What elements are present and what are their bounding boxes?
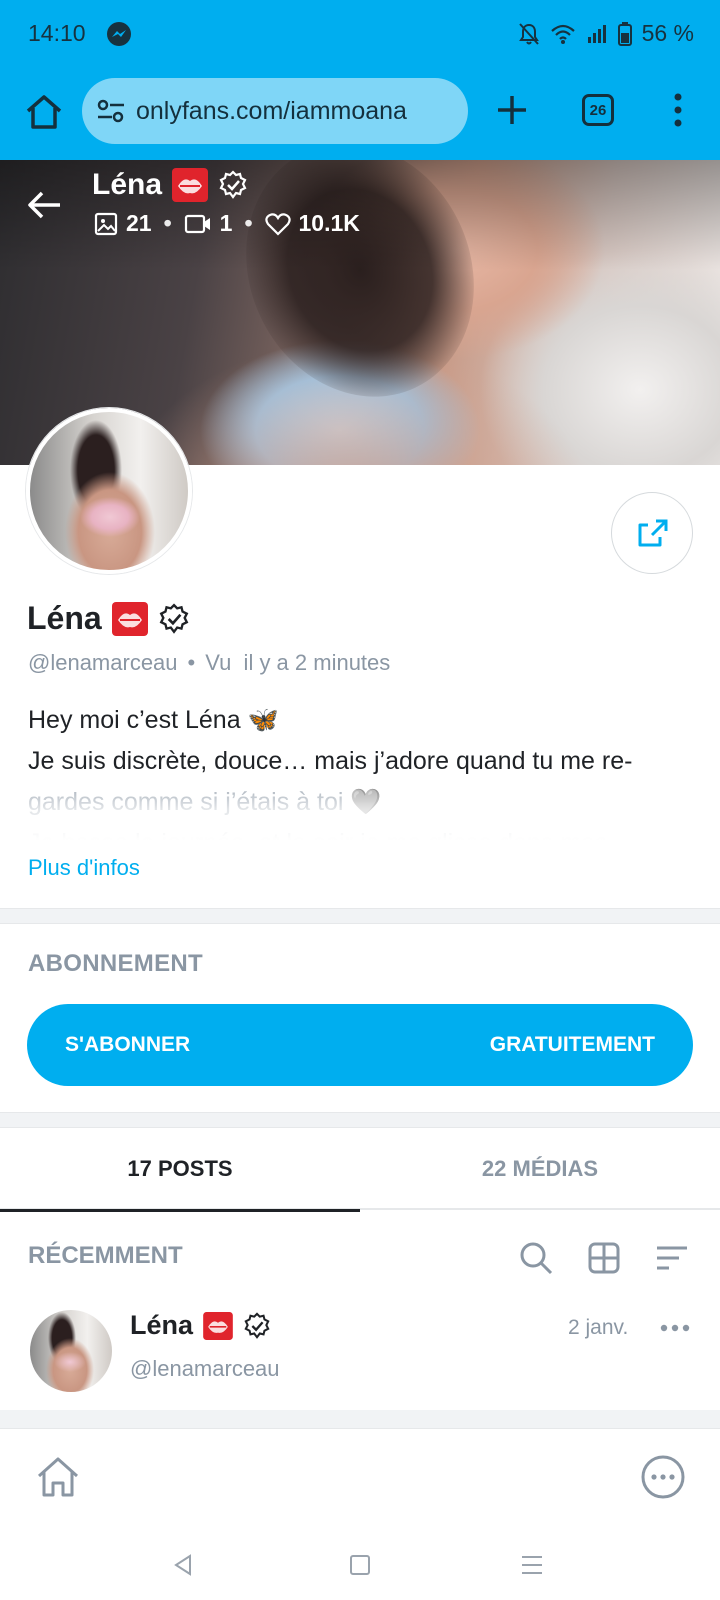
recent-section-title: RÉCEMMENT: [28, 1242, 183, 1269]
share-button[interactable]: [611, 492, 693, 574]
post-avatar[interactable]: [30, 1310, 112, 1392]
tab-posts[interactable]: 17 POSTS: [0, 1128, 360, 1212]
verified-icon: [219, 170, 247, 199]
bell-off-icon: [518, 22, 539, 45]
status-bar: 14:10 56 %: [0, 0, 720, 70]
bio-line: Je suis discrète, douce… mais j’adore qu…: [28, 747, 633, 775]
sort-icon[interactable]: [654, 1240, 690, 1276]
profile-bio: Hey moi c’est Léna 🦋 Je suis discrète, d…: [28, 700, 688, 840]
section-divider: [0, 1112, 720, 1128]
overflow-menu-icon[interactable]: [670, 92, 686, 128]
verified-icon: [159, 602, 189, 634]
post-author-name[interactable]: Léna: [130, 1310, 271, 1341]
system-home-icon[interactable]: [349, 1554, 371, 1576]
photos-count: 21: [126, 210, 152, 236]
back-arrow-icon[interactable]: [26, 190, 62, 220]
bottom-nav: [0, 1428, 720, 1526]
site-settings-icon[interactable]: [96, 98, 126, 124]
share-icon: [638, 519, 668, 547]
signal-icon: [587, 24, 606, 43]
tab-media[interactable]: 22 MÉDIAS: [360, 1128, 720, 1210]
bio-line: gardes comme si j’étais à toi 🩶: [28, 788, 382, 816]
battery-percent: 56 %: [641, 20, 694, 46]
post-author-handle[interactable]: @lenamarceau: [130, 1356, 280, 1382]
address-bar[interactable]: onlyfans.com/iammoana: [82, 78, 468, 144]
profile-handle-line: @lenamarceau • Vu il y a 2 minutes: [28, 650, 390, 676]
image-icon: [94, 212, 118, 235]
cover-name: Léna: [92, 168, 248, 202]
home-icon[interactable]: [24, 92, 64, 132]
handle-separator: •: [187, 650, 196, 675]
bio-line: Hey moi c’est Léna 🦋: [28, 706, 279, 734]
subscription-title: ABONNEMENT: [28, 950, 203, 977]
messenger-icon: [107, 22, 131, 46]
browser-toolbar: onlyfans.com/iammoana 26: [0, 70, 720, 160]
likes-count: 10.1K: [298, 210, 360, 236]
profile-name: Léna: [27, 600, 190, 637]
post-author-text: Léna: [130, 1310, 194, 1340]
system-recents-icon[interactable]: [520, 1554, 544, 1576]
avatar[interactable]: [26, 408, 192, 574]
more-options-icon[interactable]: [660, 1318, 690, 1338]
stats-separator: •: [244, 210, 253, 236]
nav-home-icon[interactable]: [35, 1454, 81, 1500]
profile-handle: @lenamarceau: [28, 650, 178, 675]
wifi-icon: [550, 24, 575, 44]
cover-name-text: Léna: [92, 168, 163, 201]
subscribe-button[interactable]: S'ABONNER GRATUITEMENT: [27, 1004, 693, 1086]
heart-icon: [264, 212, 291, 236]
subscribe-label: S'ABONNER: [65, 1033, 191, 1056]
videos-count: 1: [219, 210, 233, 236]
bio-line: Je bosse la journée, et le soir je me gl…: [28, 823, 688, 840]
section-divider: [0, 908, 720, 924]
lips-icon: [172, 168, 209, 202]
cover-stats: 21 • 1 • 10.1K: [94, 210, 360, 237]
battery-icon: [617, 21, 632, 46]
post-date: 2 janv.: [568, 1316, 629, 1339]
grid-view-icon[interactable]: [586, 1240, 622, 1276]
tab-count: 26: [589, 101, 607, 119]
content-tabs: 17 POSTS 22 MÉDIAS: [0, 1128, 720, 1212]
plus-icon[interactable]: [496, 94, 528, 126]
last-seen: Vu il y a 2 minutes: [205, 650, 391, 675]
url-text[interactable]: onlyfans.com/iammoana: [136, 97, 407, 126]
more-info-link[interactable]: Plus d'infos: [28, 855, 140, 881]
system-navigation: [0, 1526, 720, 1600]
system-back-icon[interactable]: [172, 1554, 194, 1576]
status-time: 14:10: [28, 20, 86, 46]
lips-icon: [203, 1311, 233, 1340]
section-divider: [0, 1410, 720, 1428]
search-icon[interactable]: [518, 1240, 554, 1276]
video-icon: [184, 214, 210, 233]
nav-more-icon[interactable]: [640, 1454, 686, 1500]
subscribe-price: GRATUITEMENT: [489, 1033, 655, 1056]
profile-name-text: Léna: [27, 600, 102, 636]
verified-icon: [244, 1311, 270, 1339]
lips-icon: [111, 601, 148, 636]
tabs-icon[interactable]: 26: [582, 94, 614, 126]
stats-separator: •: [163, 210, 172, 236]
